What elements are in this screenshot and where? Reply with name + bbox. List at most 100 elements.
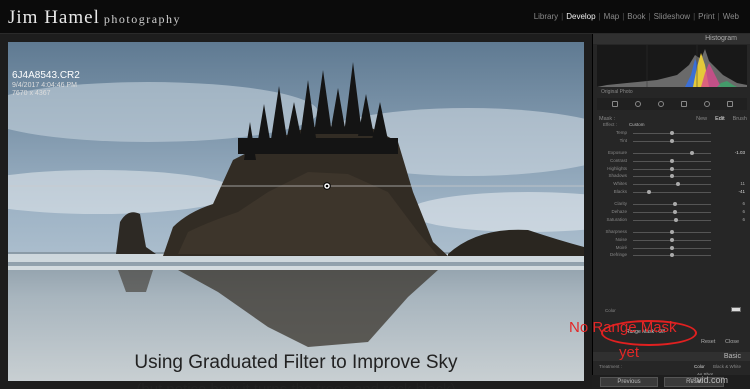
slider-value: 6: [742, 216, 745, 222]
module-map[interactable]: Map: [601, 12, 623, 21]
module-print[interactable]: Print: [695, 12, 717, 21]
slider-label: Blacks: [613, 189, 627, 195]
slider-clarity[interactable]: Clarity 6: [597, 200, 747, 208]
seascape-photo: [8, 42, 584, 381]
module-book[interactable]: Book: [624, 12, 648, 21]
slider-moir[interactable]: Moiré: [597, 244, 747, 252]
effect-value: Custom: [628, 122, 645, 127]
slider-label: Exposure: [607, 149, 627, 155]
brand-logo: Jim Hamel photography: [8, 7, 181, 29]
slider-knob[interactable]: [670, 166, 674, 171]
spot-removal-icon[interactable]: [634, 101, 641, 107]
adjustment-brush-icon[interactable]: [726, 101, 733, 107]
histogram-title: Histogram: [705, 35, 737, 42]
slider-knob[interactable]: [670, 245, 674, 250]
slider-knob[interactable]: [676, 182, 681, 187]
slider-label: Contrast: [609, 157, 627, 163]
close-link[interactable]: Close: [725, 339, 739, 345]
slider-track[interactable]: [633, 219, 711, 221]
slider-track[interactable]: [633, 212, 711, 214]
slider-track[interactable]: [633, 184, 711, 186]
module-slideshow[interactable]: Slideshow: [651, 12, 693, 21]
photo-canvas: 6J4A8543.CR2 9/4/2017 4:04:46 PM 7670 x …: [0, 34, 592, 389]
basic-title: Basic: [723, 353, 741, 360]
slider-value: -41: [738, 189, 745, 195]
slider-knob[interactable]: [670, 158, 674, 163]
identity-bar: Jim Hamel photography Library | Develop | Map…: [0, 0, 750, 34]
slider-exposure[interactable]: Exposure -1.03: [597, 149, 747, 157]
slider-tint[interactable]: Tint: [597, 137, 747, 145]
slider-label: Highlights: [607, 165, 627, 171]
histogram-graph: [597, 45, 747, 87]
image-dimensions: 7670 x 4367: [12, 90, 51, 97]
watermark-prefix: vt: [690, 375, 698, 385]
slider-label: Shadows: [608, 173, 627, 179]
slider-knob[interactable]: [670, 237, 674, 242]
slider-label: Sharpness: [605, 228, 627, 234]
treatment-bw[interactable]: Black & White: [713, 364, 741, 369]
mask-mode-edit[interactable]: Edit: [715, 116, 724, 122]
slider-knob[interactable]: [673, 202, 678, 207]
slider-knob[interactable]: [646, 190, 651, 195]
reset-link[interactable]: Reset: [701, 339, 715, 345]
slider-knob[interactable]: [670, 253, 674, 258]
slider-track[interactable]: [633, 204, 711, 206]
module-picker: Library | Develop | Map | Book | Slideshow | Print…: [531, 12, 742, 21]
slider-sharpness[interactable]: Sharpness: [597, 228, 747, 236]
brand-tag: photography: [103, 12, 182, 26]
slider-knob[interactable]: [673, 210, 678, 215]
image-info-overlay: 6J4A8543.CR2 9/4/2017 4:04:46 PM 7670 x …: [12, 70, 80, 98]
treatment-color[interactable]: Color: [694, 364, 705, 369]
slider-track[interactable]: [633, 152, 711, 154]
slider-knob[interactable]: [670, 229, 674, 234]
module-develop[interactable]: Develop: [563, 12, 598, 21]
slider-value: -1.03: [734, 149, 745, 155]
slider-defringe[interactable]: Defringe: [597, 251, 747, 259]
histogram-header[interactable]: Histogram: [593, 34, 750, 44]
slider-knob[interactable]: [670, 138, 674, 143]
slider-label: Moiré: [615, 244, 627, 250]
previous-button[interactable]: Previous: [600, 377, 658, 387]
original-photo-toggle[interactable]: Original Photo: [601, 89, 633, 95]
slider-label: Temp: [615, 130, 627, 135]
photo-image[interactable]: [8, 42, 584, 381]
slider-shadows[interactable]: Shadows: [597, 172, 747, 180]
mask-mode-new[interactable]: New: [696, 116, 707, 122]
slider-knob[interactable]: [673, 217, 678, 222]
annotation-line2: yet: [619, 344, 640, 361]
slider-knob[interactable]: [670, 174, 674, 179]
slider-noise[interactable]: Noise: [597, 236, 747, 244]
color-label: Color: [605, 308, 616, 313]
slider-knob[interactable]: [670, 131, 674, 135]
slider-label: Noise: [615, 236, 627, 242]
caption-subtitle: (but notice how it turns the trees and r…: [0, 381, 592, 389]
basic-header[interactable]: Basic: [593, 352, 750, 361]
caption-title: Using Graduated Filter to Improve Sky: [134, 352, 458, 373]
graduated-filter-icon[interactable]: [680, 101, 687, 107]
file-name: 6J4A8543.CR2: [12, 70, 80, 81]
slider-knob[interactable]: [689, 150, 694, 155]
brand-name: Jim Hamel: [8, 7, 100, 28]
slider-value: 6: [742, 201, 745, 207]
mask-mode-brush[interactable]: Brush: [733, 116, 747, 122]
module-web[interactable]: Web: [720, 12, 742, 21]
slider-dehaze[interactable]: Dehaze 6: [597, 208, 747, 216]
module-library[interactable]: Library: [531, 12, 561, 21]
slider-temp[interactable]: Temp: [597, 129, 747, 137]
slider-blacks[interactable]: Blacks -41: [597, 188, 747, 196]
slider-highlights[interactable]: Highlights: [597, 165, 747, 173]
tool-strip: [597, 98, 747, 110]
treatment-label: Treatment :: [599, 364, 622, 369]
radial-filter-icon[interactable]: [703, 101, 710, 107]
slider-whites[interactable]: Whites 11: [597, 180, 747, 188]
effect-row[interactable]: Effect : Custom: [603, 122, 644, 127]
red-eye-icon[interactable]: [657, 101, 664, 107]
slider-contrast[interactable]: Contrast: [597, 157, 747, 165]
slider-saturation[interactable]: Saturation 6: [597, 216, 747, 224]
color-swatch[interactable]: [731, 307, 741, 312]
slider-label: Defringe: [609, 252, 627, 258]
slider-track[interactable]: [633, 192, 711, 194]
crop-tool-icon[interactable]: [611, 101, 618, 107]
slider-label: Dehaze: [611, 209, 627, 215]
watermark: vtvid.com: [690, 375, 728, 385]
